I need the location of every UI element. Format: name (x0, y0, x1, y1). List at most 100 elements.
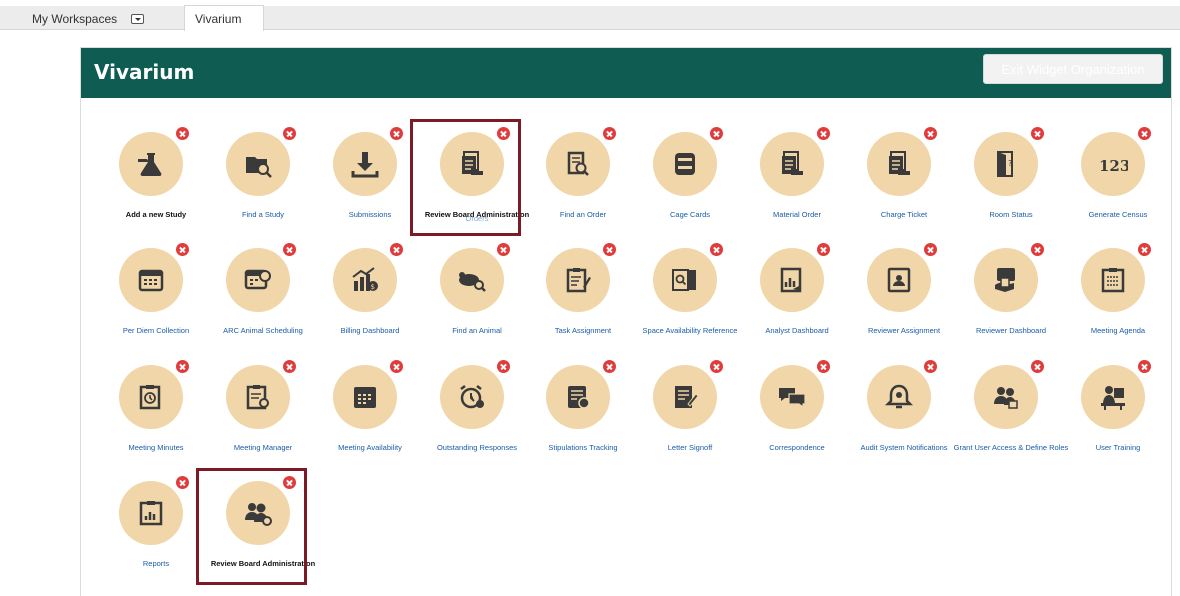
widget-tile[interactable]: Find an Order (533, 127, 633, 237)
remove-widget-icon[interactable] (283, 127, 296, 140)
widget-tile[interactable]: Charge Ticket (854, 127, 954, 237)
flask-icon[interactable] (119, 132, 183, 196)
widget-label[interactable]: Room Status (951, 208, 1071, 221)
widget-tile[interactable]: Audit System Notifications (854, 360, 954, 470)
widget-label[interactable]: Cage Cards (630, 208, 750, 221)
remove-widget-icon[interactable] (1138, 127, 1151, 140)
remove-widget-icon[interactable] (817, 127, 830, 140)
remove-widget-icon[interactable] (817, 360, 830, 373)
remove-widget-icon[interactable] (390, 127, 403, 140)
widget-tile[interactable]: Meeting Minutes (106, 360, 206, 470)
document-pen-icon[interactable] (653, 365, 717, 429)
widget-tile[interactable]: Letter Signoff (640, 360, 740, 470)
widget-tile[interactable]: Correspondence (747, 360, 847, 470)
document-search-icon[interactable] (546, 132, 610, 196)
widget-label[interactable]: Per Diem Collection (96, 324, 216, 337)
folder-search-icon[interactable] (226, 132, 290, 196)
widget-tile[interactable]: $ Billing Dashboard (320, 243, 420, 353)
widget-tile[interactable]: Space Availability Reference (640, 243, 740, 353)
widget-label[interactable]: Audit System Notifications (844, 441, 964, 454)
numbers-icon[interactable]: 123 (1081, 132, 1145, 196)
remove-widget-icon[interactable] (603, 360, 616, 373)
remove-widget-icon[interactable] (603, 127, 616, 140)
widget-label[interactable]: Find a Study (203, 208, 323, 221)
widget-label[interactable]: Meeting Agenda (1058, 324, 1178, 337)
widget-tile[interactable]: Task Assignment (533, 243, 633, 353)
door-search-icon[interactable] (653, 248, 717, 312)
widget-label[interactable]: ARC Animal Scheduling (203, 324, 323, 337)
desk-user-icon[interactable] (1081, 365, 1145, 429)
remove-widget-icon[interactable] (817, 243, 830, 256)
clipboard-edit-icon[interactable] (546, 248, 610, 312)
calendar-clock-icon[interactable] (226, 248, 290, 312)
widget-label[interactable]: Meeting Manager (203, 441, 323, 454)
remove-widget-icon[interactable] (924, 360, 937, 373)
hand-card-icon[interactable] (974, 248, 1038, 312)
widget-label[interactable]: Task Assignment (523, 324, 643, 337)
workspace-dropdown-icon[interactable] (131, 13, 145, 24)
widget-label[interactable]: Outstanding Responses (417, 441, 537, 454)
widget-tile[interactable]: Grant User Access & Define Roles (954, 360, 1068, 470)
widget-tile[interactable]: Submissions (320, 127, 420, 237)
widget-label[interactable]: Stipulations Tracking (523, 441, 643, 454)
clipboard-clock-icon[interactable] (119, 365, 183, 429)
widget-tile[interactable]: ARC Animal Scheduling (213, 243, 313, 353)
widget-label[interactable]: Space Availability Reference (630, 324, 750, 337)
widget-tile[interactable]: Meeting Agenda (1068, 243, 1168, 353)
remove-widget-icon[interactable] (1031, 360, 1044, 373)
widget-tile[interactable]: Outstanding Responses (427, 360, 527, 470)
chart-dollar-icon[interactable]: $ (333, 248, 397, 312)
remove-widget-icon[interactable] (1031, 243, 1044, 256)
remove-widget-icon[interactable] (710, 127, 723, 140)
widget-tile[interactable]: Reviewer Assignment (854, 243, 954, 353)
widget-label[interactable]: Charge Ticket (844, 208, 964, 221)
calendar-grid-icon[interactable] (333, 365, 397, 429)
widget-tile[interactable]: Find an Animal (427, 243, 527, 353)
alarm-clock-icon[interactable] (440, 365, 504, 429)
document-stack-icon[interactable] (867, 132, 931, 196)
remove-widget-icon[interactable] (710, 243, 723, 256)
widget-label[interactable]: Billing Dashboard (310, 324, 430, 337)
widget-label[interactable]: Grant User Access & Define Roles (951, 441, 1071, 454)
widget-label[interactable]: Add a new Study (96, 208, 216, 221)
widget-label[interactable]: Material Order (737, 208, 857, 221)
remove-widget-icon[interactable] (710, 360, 723, 373)
tab-vivarium[interactable]: Vivarium (184, 5, 264, 31)
remove-widget-icon[interactable] (176, 360, 189, 373)
clipboard-chart-icon[interactable] (119, 481, 183, 545)
widget-tile[interactable]: Material Order (747, 127, 847, 237)
widget-label[interactable]: Find an Order (523, 208, 643, 221)
mouse-search-icon[interactable] (440, 248, 504, 312)
id-badge-icon[interactable] (867, 248, 931, 312)
remove-widget-icon[interactable] (603, 243, 616, 256)
remove-widget-icon[interactable] (497, 360, 510, 373)
widget-label[interactable]: Meeting Availability (310, 441, 430, 454)
remove-widget-icon[interactable] (283, 243, 296, 256)
widget-tile[interactable]: Per Diem Collection (106, 243, 206, 353)
remove-widget-icon[interactable] (283, 360, 296, 373)
chat-bubbles-icon[interactable] (760, 365, 824, 429)
remove-widget-icon[interactable] (1031, 127, 1044, 140)
widget-tile[interactable]: Reports (106, 476, 206, 586)
widget-label[interactable]: Generate Census (1058, 208, 1178, 221)
widget-tile[interactable]: Meeting Manager (213, 360, 313, 470)
card-stack-icon[interactable] (653, 132, 717, 196)
widget-label[interactable]: User Training (1058, 441, 1178, 454)
remove-widget-icon[interactable] (176, 243, 189, 256)
remove-widget-icon[interactable] (1138, 360, 1151, 373)
clipboard-list-icon[interactable] (1081, 248, 1145, 312)
remove-widget-icon[interactable] (924, 243, 937, 256)
remove-widget-icon[interactable] (1138, 243, 1151, 256)
widget-tile[interactable]: Find a Study (213, 127, 313, 237)
widget-tile[interactable]: Cage Cards (640, 127, 740, 237)
widget-label[interactable]: Find an Animal (417, 324, 537, 337)
remove-widget-icon[interactable] (176, 476, 189, 489)
document-check-icon[interactable] (546, 365, 610, 429)
remove-widget-icon[interactable] (497, 243, 510, 256)
widget-tile[interactable]: Meeting Availability (320, 360, 420, 470)
chart-icon[interactable] (760, 248, 824, 312)
calendar-icon[interactable] (119, 248, 183, 312)
tab-my-workspaces[interactable]: My Workspaces (22, 6, 154, 31)
widget-tile[interactable]: ? Room Status (961, 127, 1061, 237)
door-icon[interactable]: ? (974, 132, 1038, 196)
